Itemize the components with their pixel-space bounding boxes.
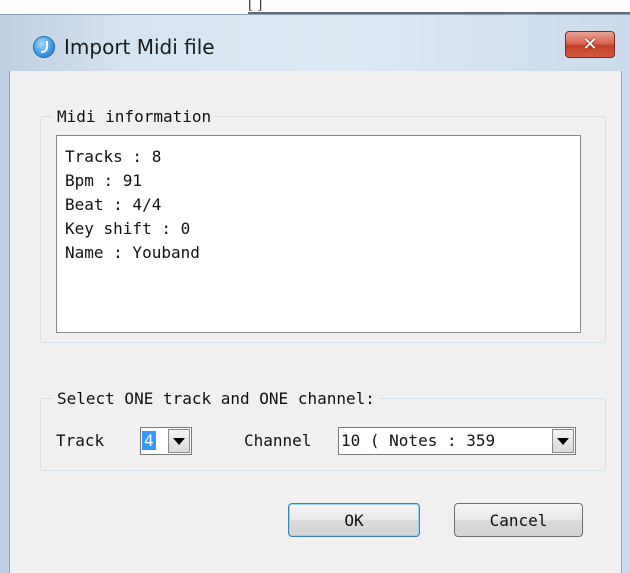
info-beat: Beat : 4/4	[65, 195, 162, 214]
dialog-window: Import Midi file ✕ Midi information Trac…	[0, 14, 630, 573]
ok-button[interactable]: OK	[288, 503, 420, 537]
channel-select[interactable]: 10 ( Notes : 359	[338, 427, 576, 455]
info-tracks: Tracks : 8	[65, 147, 162, 166]
info-key-shift: Key shift : 0	[65, 219, 191, 238]
window-title: Import Midi file	[64, 35, 215, 59]
track-channel-legend: Select ONE track and ONE channel:	[57, 389, 375, 408]
track-label: Track	[56, 431, 105, 450]
chevron-down-icon	[173, 437, 185, 445]
channel-selected-value: 10 ( Notes : 359	[341, 431, 496, 450]
close-icon: ✕	[582, 34, 598, 55]
track-select[interactable]: 4	[140, 427, 192, 455]
title-bar[interactable]: Import Midi file ✕	[0, 15, 630, 67]
channel-dropdown-arrow[interactable]	[552, 429, 574, 453]
info-bpm: Bpm : 91	[65, 171, 143, 190]
cancel-button[interactable]: Cancel	[454, 503, 583, 537]
channel-label: Channel	[244, 431, 312, 450]
midi-information-legend: Midi information	[57, 107, 212, 126]
chevron-down-icon	[557, 437, 569, 445]
background-strip: [ ]	[0, 0, 630, 14]
track-selected-value: 4	[142, 431, 156, 450]
dialog-client-area: Midi information Tracks : 8 Bpm : 91 Bea…	[9, 71, 622, 573]
app-icon	[33, 36, 55, 58]
midi-information-textbox[interactable]: Tracks : 8 Bpm : 91 Beat : 4/4 Key shift…	[56, 135, 581, 333]
close-button[interactable]: ✕	[565, 31, 615, 58]
info-name: Name : Youband	[65, 243, 200, 262]
track-dropdown-arrow[interactable]	[168, 429, 190, 453]
